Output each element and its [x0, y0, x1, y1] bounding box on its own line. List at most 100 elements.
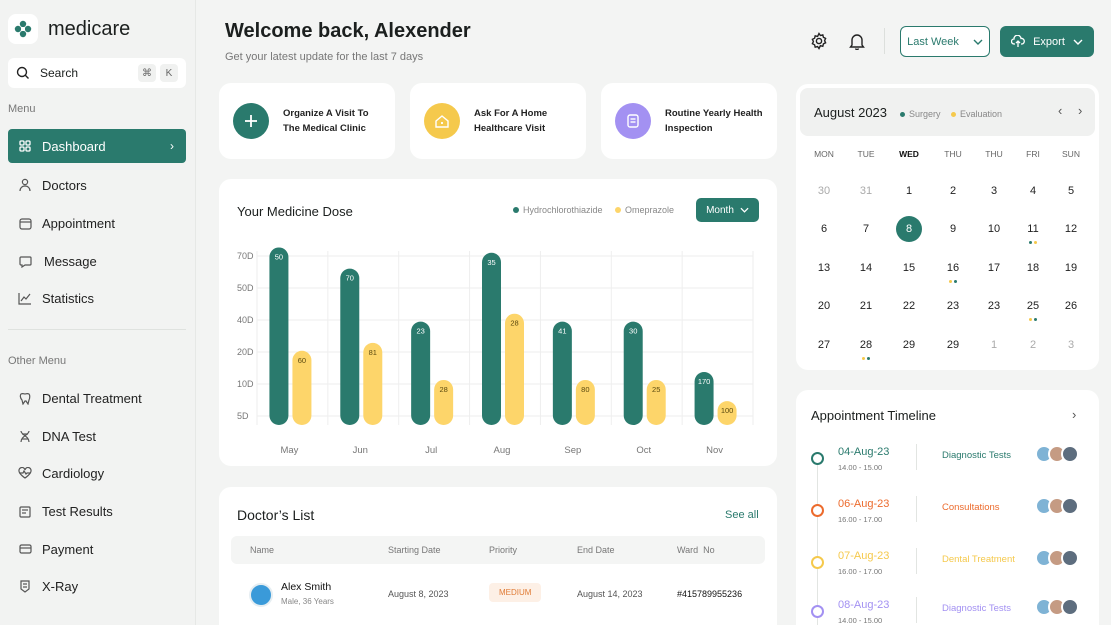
- calendar-month: August 2023: [814, 105, 888, 120]
- calendar-day[interactable]: 2: [1020, 332, 1046, 358]
- calendar-day[interactable]: 2: [940, 178, 966, 204]
- calendar-day[interactable]: 20: [811, 293, 837, 319]
- sidebar-item-dental-treatment[interactable]: Dental Treatment: [8, 381, 186, 415]
- calendar-day[interactable]: 26: [1058, 293, 1084, 319]
- action-card-yearly-inspection[interactable]: Routine Yearly Health Inspection: [601, 83, 777, 159]
- settings-button[interactable]: [809, 31, 829, 51]
- sidebar-item-label: X-Ray: [42, 578, 79, 594]
- other-menu-title: Other Menu: [8, 355, 67, 367]
- notifications-button[interactable]: [847, 31, 867, 51]
- period-select[interactable]: Month: [696, 198, 759, 222]
- table-row[interactable]: Alex Smith Male, 36 Years August 8, 2023…: [231, 575, 765, 615]
- calendar-day[interactable]: 7: [853, 216, 879, 242]
- column-header[interactable]: Name: [250, 545, 274, 555]
- x-tick-label: Jun: [353, 445, 368, 456]
- calendar-day[interactable]: 13: [811, 255, 837, 281]
- sidebar-item-cardiology[interactable]: Cardiology: [8, 456, 186, 490]
- sidebar-item-x-ray[interactable]: X-Ray: [8, 569, 186, 603]
- see-all-link[interactable]: See all: [725, 509, 759, 521]
- calendar-day[interactable]: 29: [940, 332, 966, 358]
- bar[interactable]: [411, 321, 431, 425]
- calendar-day[interactable]: 16: [940, 255, 966, 283]
- calendar-day[interactable]: 23: [940, 293, 966, 319]
- bar[interactable]: [482, 252, 501, 425]
- bar-value-label: 28: [510, 319, 518, 328]
- x-tick-label: Jul: [425, 445, 437, 456]
- logo-icon: [8, 14, 38, 44]
- calendar-day[interactable]: 18: [1020, 255, 1046, 281]
- bar[interactable]: [505, 313, 524, 425]
- sidebar-item-appointment[interactable]: Appointment: [8, 206, 186, 240]
- calendar-day[interactable]: 11: [1020, 216, 1046, 244]
- calendar-day[interactable]: 22: [896, 293, 922, 319]
- sidebar-item-doctors[interactable]: Doctors: [8, 168, 186, 202]
- sidebar-item-statistics[interactable]: Statistics: [8, 281, 186, 315]
- calendar-day[interactable]: 1: [981, 332, 1007, 358]
- attendee-avatars: [1035, 445, 1079, 463]
- calendar-day[interactable]: 23: [981, 293, 1007, 319]
- sidebar-divider: [8, 329, 186, 330]
- calendar-day[interactable]: 12: [1058, 216, 1084, 242]
- calendar-day[interactable]: 4: [1020, 178, 1046, 204]
- calendar-day[interactable]: 9: [940, 216, 966, 242]
- timeline-item[interactable]: 06-Aug-23 16.00 - 17.00 Consultations: [796, 496, 1099, 544]
- calendar-day[interactable]: 29: [896, 332, 922, 358]
- calendar-day[interactable]: 3: [981, 178, 1007, 204]
- calendar-day[interactable]: 31: [853, 178, 879, 204]
- timeline-item[interactable]: 04-Aug-23 14.00 - 15.00 Diagnostic Tests: [796, 444, 1099, 492]
- bar[interactable]: [623, 321, 643, 425]
- chevron-right-icon[interactable]: ›: [1072, 407, 1076, 422]
- calendar-day[interactable]: 21: [853, 293, 879, 319]
- document-icon: [615, 103, 651, 139]
- bar-value-label: 70: [346, 274, 354, 283]
- sidebar-item-dashboard[interactable]: Dashboard ›: [8, 129, 186, 163]
- x-tick-label: Aug: [494, 445, 511, 456]
- column-header[interactable]: Priority: [489, 545, 517, 555]
- calendar-day[interactable]: 1: [896, 178, 922, 204]
- bell-icon: [849, 34, 865, 50]
- next-month-button[interactable]: ›: [1078, 103, 1082, 118]
- column-header[interactable]: Starting Date: [388, 545, 441, 555]
- sidebar-item-test-results[interactable]: Test Results: [8, 494, 186, 528]
- calendar-day[interactable]: 10: [981, 216, 1007, 242]
- legend-item: Omeprazole: [615, 205, 674, 215]
- logo[interactable]: medicare: [8, 14, 130, 44]
- bar[interactable]: [340, 268, 360, 425]
- timeline-item[interactable]: 07-Aug-23 16.00 - 17.00 Dental Treatment: [796, 548, 1099, 596]
- action-card-home-visit[interactable]: Ask For A Home Healthcare Visit: [410, 83, 586, 159]
- action-card-clinic-visit[interactable]: Organize A Visit To The Medical Clinic: [219, 83, 395, 159]
- range-select[interactable]: Last Week: [900, 26, 990, 57]
- column-header[interactable]: End Date: [577, 545, 615, 555]
- calendar-day[interactable]: 28: [853, 332, 879, 360]
- bar-value-label: 35: [487, 258, 495, 267]
- calendar-day[interactable]: 19: [1058, 255, 1084, 281]
- y-tick-label: 10D: [237, 379, 254, 389]
- calendar-day[interactable]: 17: [981, 255, 1007, 281]
- calendar-day[interactable]: 8: [896, 216, 922, 242]
- calendar-day[interactable]: 25: [1020, 293, 1046, 321]
- timeline-item[interactable]: 08-Aug-23 14.00 - 15.00 Diagnostic Tests: [796, 597, 1099, 625]
- bar[interactable]: [552, 321, 572, 425]
- bar-value-label: 28: [439, 385, 447, 394]
- calendar-day[interactable]: 14: [853, 255, 879, 281]
- calendar-day[interactable]: 27: [811, 332, 837, 358]
- sidebar-item-dna-test[interactable]: DNA Test: [8, 419, 186, 453]
- search-input[interactable]: Search ⌘ K: [8, 58, 186, 88]
- calendar-day[interactable]: 3: [1058, 332, 1084, 358]
- timeline-marker: [811, 452, 824, 465]
- calendar-day[interactable]: 15: [896, 255, 922, 281]
- x-tick-label: May: [280, 445, 298, 456]
- prev-month-button[interactable]: ‹: [1058, 103, 1062, 118]
- calendar-day[interactable]: 5: [1058, 178, 1084, 204]
- export-label: Export: [1033, 35, 1065, 48]
- calendar-header: August 2023 Surgery Evaluation ‹ ›: [800, 88, 1095, 136]
- sidebar-item-message[interactable]: Message: [8, 244, 186, 278]
- export-button[interactable]: Export: [1000, 26, 1094, 57]
- bar[interactable]: [269, 247, 289, 425]
- calendar-day[interactable]: 30: [811, 178, 837, 204]
- column-header[interactable]: Ward No: [677, 545, 715, 555]
- sidebar-item-payment[interactable]: Payment: [8, 532, 186, 566]
- calendar-day[interactable]: 6: [811, 216, 837, 242]
- x-tick-label: Sep: [564, 445, 581, 456]
- chart-title: Your Medicine Dose: [237, 204, 353, 219]
